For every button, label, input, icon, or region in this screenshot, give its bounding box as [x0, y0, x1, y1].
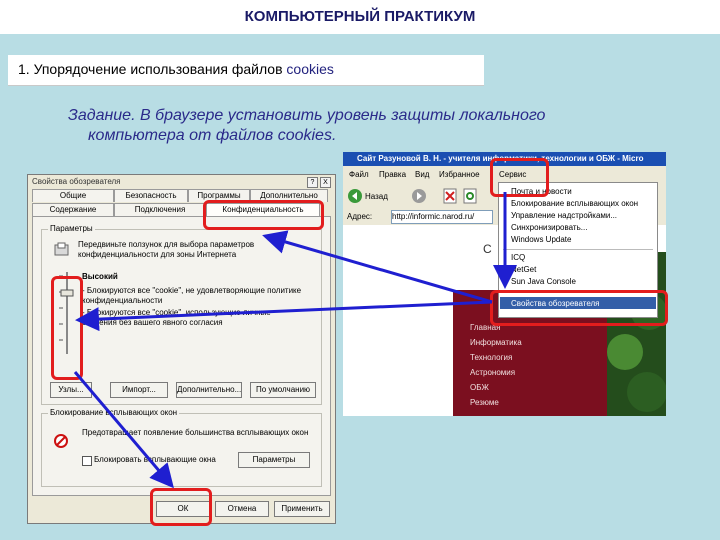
- arrow-to-slider: [75, 300, 493, 332]
- arrow-to-ok: [73, 371, 174, 489]
- arrow-to-privacy-tab: [262, 230, 493, 304]
- instruction-arrows: [73, 192, 517, 489]
